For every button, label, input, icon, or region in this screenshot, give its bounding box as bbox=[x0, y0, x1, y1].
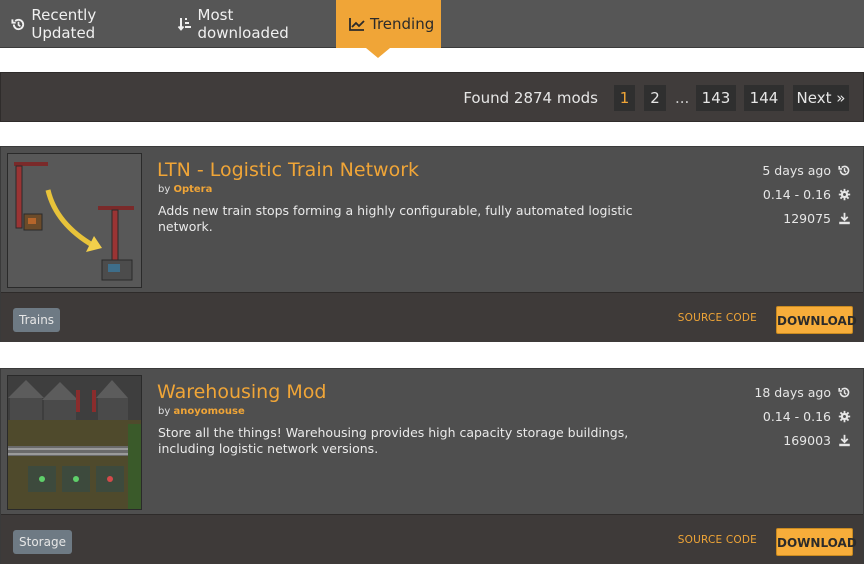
tab-label: Trending bbox=[370, 15, 435, 33]
mod-updated: 18 days ago bbox=[754, 385, 851, 400]
pagination-bar: Found 2874 mods 1 2 ... 143 144 Next » bbox=[0, 72, 864, 122]
download-icon bbox=[837, 434, 851, 448]
history-icon bbox=[837, 386, 851, 400]
mod-card-footer: Storage SOURCE CODE DOWNLOAD bbox=[1, 514, 863, 564]
mod-author[interactable]: anoyomouse bbox=[173, 406, 244, 417]
next-page-button[interactable]: Next » bbox=[793, 85, 849, 111]
mod-title[interactable]: LTN - Logistic Train Network bbox=[157, 159, 419, 181]
downloads-count: 169003 bbox=[783, 433, 831, 448]
download-button[interactable]: DOWNLOAD bbox=[776, 528, 857, 556]
mod-card-footer: Trains SOURCE CODE DOWNLOAD bbox=[1, 292, 863, 342]
history-icon bbox=[837, 164, 851, 178]
versions-text: 0.14 - 0.16 bbox=[762, 187, 831, 202]
mod-title[interactable]: Warehousing Mod bbox=[157, 381, 326, 403]
sort-icon bbox=[176, 15, 194, 33]
mod-thumbnail[interactable] bbox=[7, 153, 142, 288]
updated-text: 18 days ago bbox=[754, 385, 831, 400]
page-2-button[interactable]: 2 bbox=[644, 85, 666, 111]
sort-tabs: Recently Updated Most downloaded Trendin… bbox=[0, 0, 864, 48]
mod-card: LTN - Logistic Train Network by Optera A… bbox=[0, 146, 864, 342]
tab-label: Recently Updated bbox=[31, 6, 97, 42]
mod-byline: by Optera bbox=[158, 184, 212, 195]
active-tab-pointer bbox=[366, 48, 390, 58]
by-label: by bbox=[158, 406, 171, 417]
results-count: Found 2874 mods bbox=[463, 89, 598, 107]
downloads-count: 129075 bbox=[783, 211, 831, 226]
source-code-link[interactable]: SOURCE CODE bbox=[678, 312, 757, 324]
tab-label: Most downloaded bbox=[197, 6, 289, 42]
page-143-button[interactable]: 143 bbox=[696, 85, 736, 111]
mod-author[interactable]: Optera bbox=[173, 184, 212, 195]
mod-card: Warehousing Mod by anoyomouse Store all … bbox=[0, 368, 864, 564]
mod-versions: 0.14 - 0.16 bbox=[763, 409, 851, 424]
mod-versions: 0.14 - 0.16 bbox=[763, 187, 851, 202]
mod-summary: Store all the things! Warehousing provid… bbox=[158, 425, 629, 456]
tab-trending[interactable]: Trending bbox=[336, 0, 441, 48]
category-tag[interactable]: Storage bbox=[13, 530, 72, 554]
tab-most-downloaded[interactable]: Most downloaded bbox=[176, 0, 326, 48]
tab-recently-updated[interactable]: Recently Updated bbox=[10, 0, 160, 48]
download-button[interactable]: DOWNLOAD bbox=[776, 306, 857, 334]
mod-updated: 5 days ago bbox=[762, 163, 851, 178]
download-icon bbox=[837, 212, 851, 226]
mod-downloads: 169003 bbox=[783, 433, 851, 448]
pagination-ellipsis: ... bbox=[675, 89, 690, 107]
mod-byline: by anoyomouse bbox=[158, 406, 245, 417]
versions-text: 0.14 - 0.16 bbox=[762, 409, 831, 424]
gear-icon bbox=[837, 188, 851, 202]
mod-summary: Adds new train stops forming a highly co… bbox=[158, 203, 633, 234]
trend-chart-icon bbox=[348, 15, 366, 33]
page-1-button[interactable]: 1 bbox=[614, 85, 635, 111]
source-code-link[interactable]: SOURCE CODE bbox=[678, 534, 757, 546]
mod-downloads: 129075 bbox=[783, 211, 851, 226]
gear-icon bbox=[837, 410, 851, 424]
history-icon bbox=[10, 15, 27, 33]
mod-thumbnail[interactable] bbox=[7, 375, 142, 510]
by-label: by bbox=[158, 184, 171, 195]
category-tag[interactable]: Trains bbox=[13, 308, 61, 332]
updated-text: 5 days ago bbox=[762, 163, 831, 178]
page-144-button[interactable]: 144 bbox=[744, 85, 784, 111]
